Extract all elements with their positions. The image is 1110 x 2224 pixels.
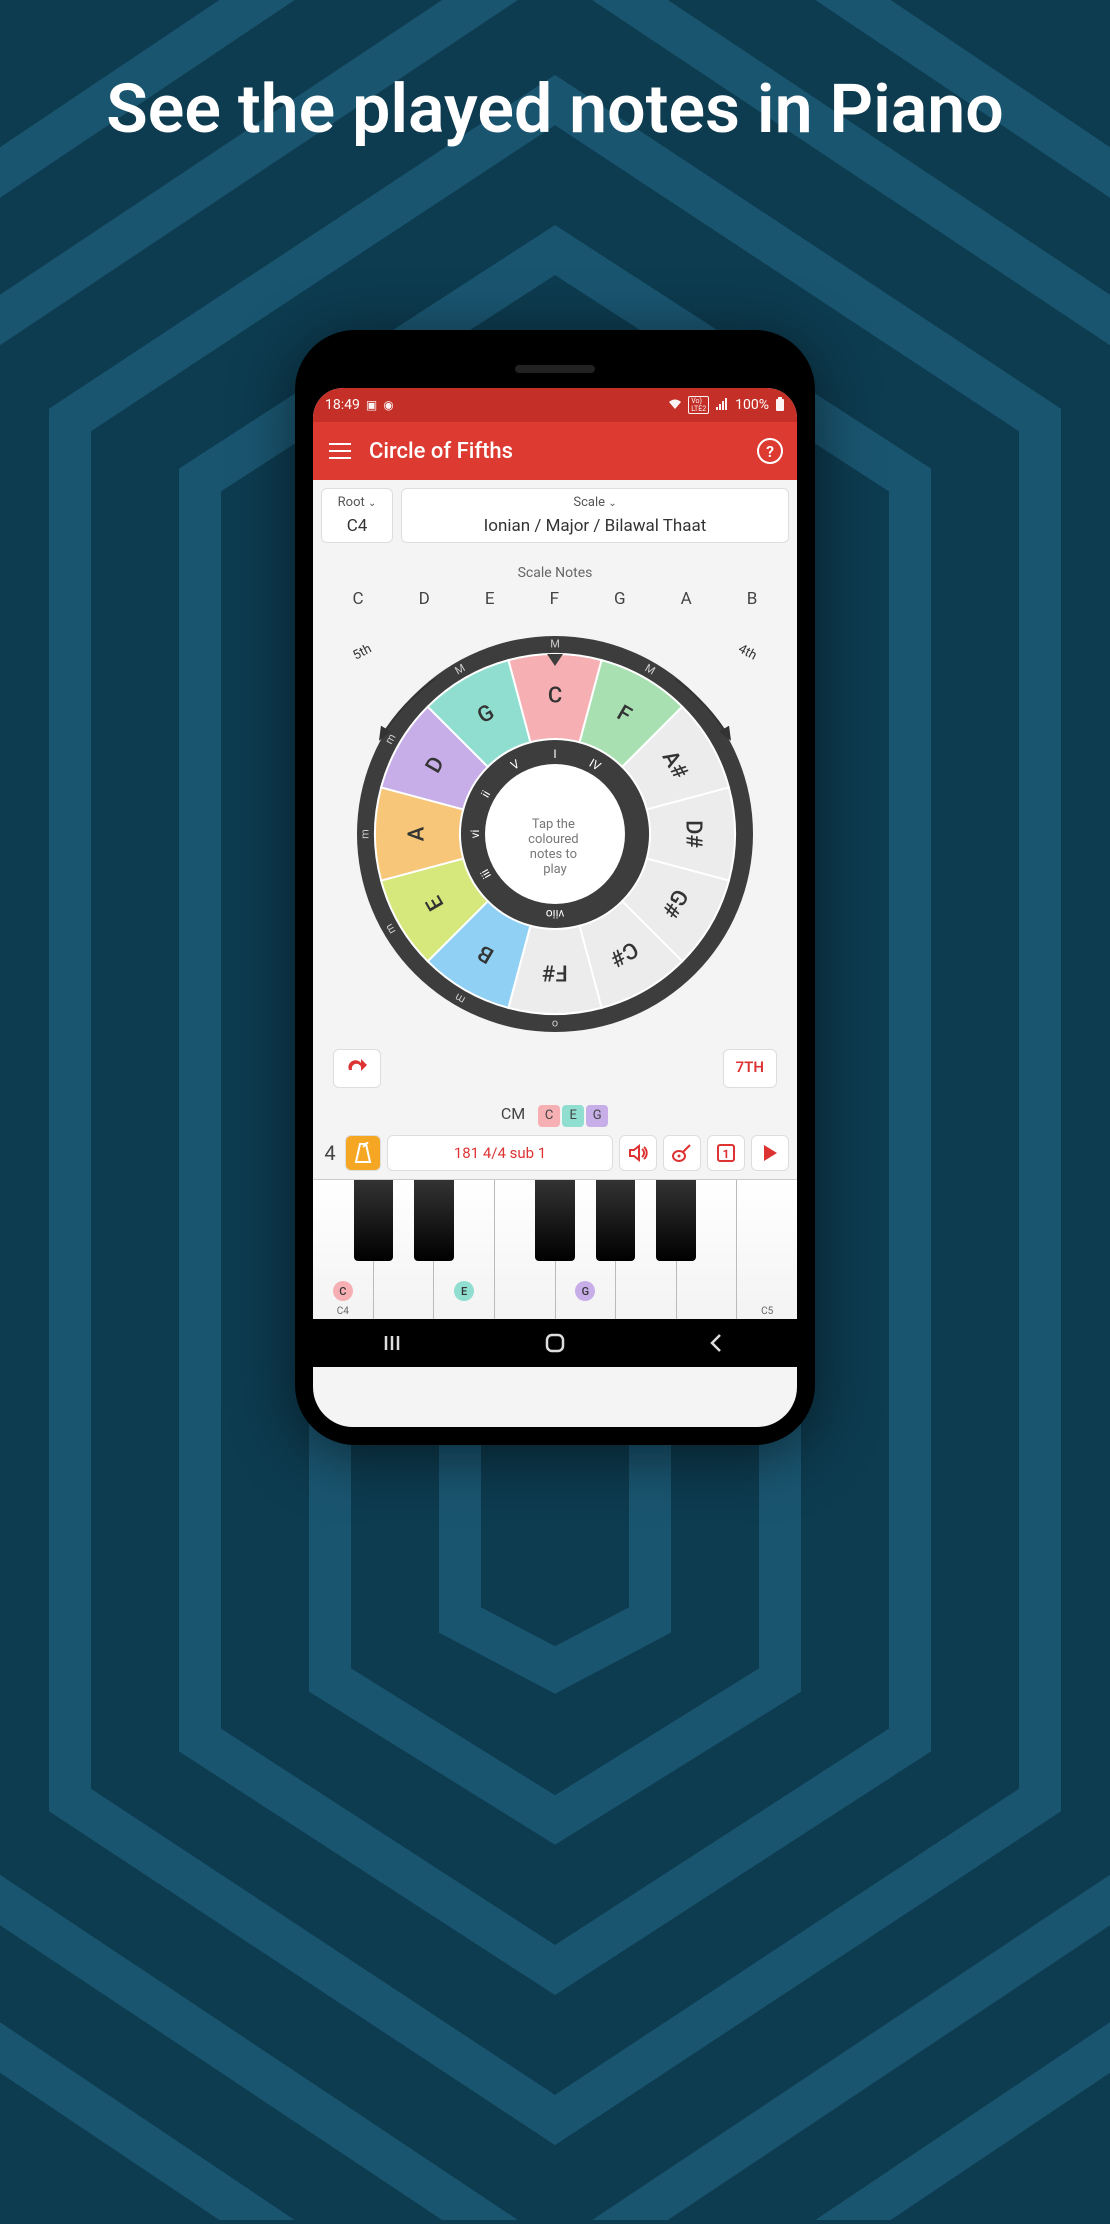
status-app-icon2: ◉ (383, 398, 393, 412)
status-bar: 18:49 ▣ ◉ Vo)LTE2 100% (313, 388, 797, 422)
scale-note: F (550, 589, 559, 609)
wifi-icon (668, 398, 682, 413)
circle-of-fifths: 5th 4th CFA#D#G#C#F#BEADG IIVviioiiiviii… (313, 619, 797, 1049)
black-key[interactable] (414, 1180, 454, 1261)
app-title: Circle of Fifths (369, 439, 741, 464)
tempo-display[interactable]: 181 4/4 sub 1 (387, 1135, 613, 1171)
svg-text:m: m (359, 829, 372, 839)
svg-text:I: I (553, 747, 556, 761)
recents-button[interactable] (381, 1330, 407, 1356)
instrument-button[interactable] (663, 1135, 701, 1171)
beat-count: 4 (321, 1141, 339, 1165)
scale-note: D (419, 589, 430, 609)
piano-keyboard: C4CEGC5 (313, 1179, 797, 1319)
svg-text:M: M (550, 638, 560, 651)
hamburger-menu-icon[interactable] (327, 438, 353, 464)
seventh-toggle-button[interactable]: 7TH (723, 1049, 777, 1088)
chevron-down-icon: ⌄ (608, 498, 616, 509)
black-key[interactable] (656, 1180, 696, 1261)
status-time: 18:49 (325, 397, 360, 413)
back-button[interactable] (703, 1330, 729, 1356)
svg-text:o: o (552, 1018, 558, 1031)
android-nav-bar (313, 1319, 797, 1367)
svg-text:1: 1 (723, 1147, 730, 1161)
svg-text:F#: F# (542, 960, 567, 985)
sound-button[interactable] (619, 1135, 657, 1171)
white-key-C[interactable]: C5 (737, 1180, 797, 1319)
help-icon[interactable]: ? (757, 438, 783, 464)
black-key[interactable] (596, 1180, 636, 1261)
svg-text:D#: D# (681, 820, 706, 848)
repeat-one-button[interactable]: 1 (707, 1135, 745, 1171)
scale-note: C (353, 589, 364, 609)
black-key[interactable] (535, 1180, 575, 1261)
promo-heading: See the played notes in Piano (0, 70, 1110, 148)
app-bar: Circle of Fifths ? (313, 422, 797, 480)
play-button[interactable] (751, 1135, 789, 1171)
chord-note-chip: C (538, 1105, 560, 1127)
chevron-down-icon: ⌄ (368, 498, 376, 509)
black-key[interactable] (354, 1180, 394, 1261)
chord-name: CM (501, 1104, 525, 1123)
screen: 18:49 ▣ ◉ Vo)LTE2 100% Circle of Fifths … (313, 388, 797, 1427)
controls-toolbar: 4 181 4/4 sub 1 1 (313, 1135, 797, 1179)
scale-note: B (747, 589, 758, 609)
volte-icon: Vo)LTE2 (688, 396, 709, 415)
svg-text:viio: viio (546, 907, 565, 921)
svg-text:vi: vi (468, 830, 482, 839)
chord-display: CM CEG (313, 1098, 797, 1135)
chord-note-chip: E (562, 1105, 584, 1127)
svg-text:C: C (548, 684, 562, 709)
scale-notes-row: CDEFGAB (313, 581, 797, 613)
battery-icon (775, 397, 785, 414)
home-button[interactable] (542, 1330, 568, 1356)
scale-note: A (681, 589, 692, 609)
redo-button[interactable] (333, 1049, 381, 1088)
scale-note: G (614, 589, 626, 609)
signal-icon (715, 398, 729, 413)
metronome-button[interactable] (345, 1135, 381, 1171)
status-app-icon: ▣ (366, 398, 377, 412)
scale-notes-header: Scale Notes (313, 565, 797, 581)
root-selector[interactable]: Root ⌄ C4 (321, 488, 393, 543)
battery-percent: 100% (735, 397, 769, 413)
svg-text:A: A (405, 826, 430, 841)
chord-note-chip: G (586, 1105, 608, 1127)
scale-note: E (485, 589, 495, 609)
scale-selector[interactable]: Scale ⌄ Ionian / Major / Bilawal Thaat (401, 488, 789, 543)
phone-frame: 18:49 ▣ ◉ Vo)LTE2 100% Circle of Fifths … (295, 330, 815, 1445)
